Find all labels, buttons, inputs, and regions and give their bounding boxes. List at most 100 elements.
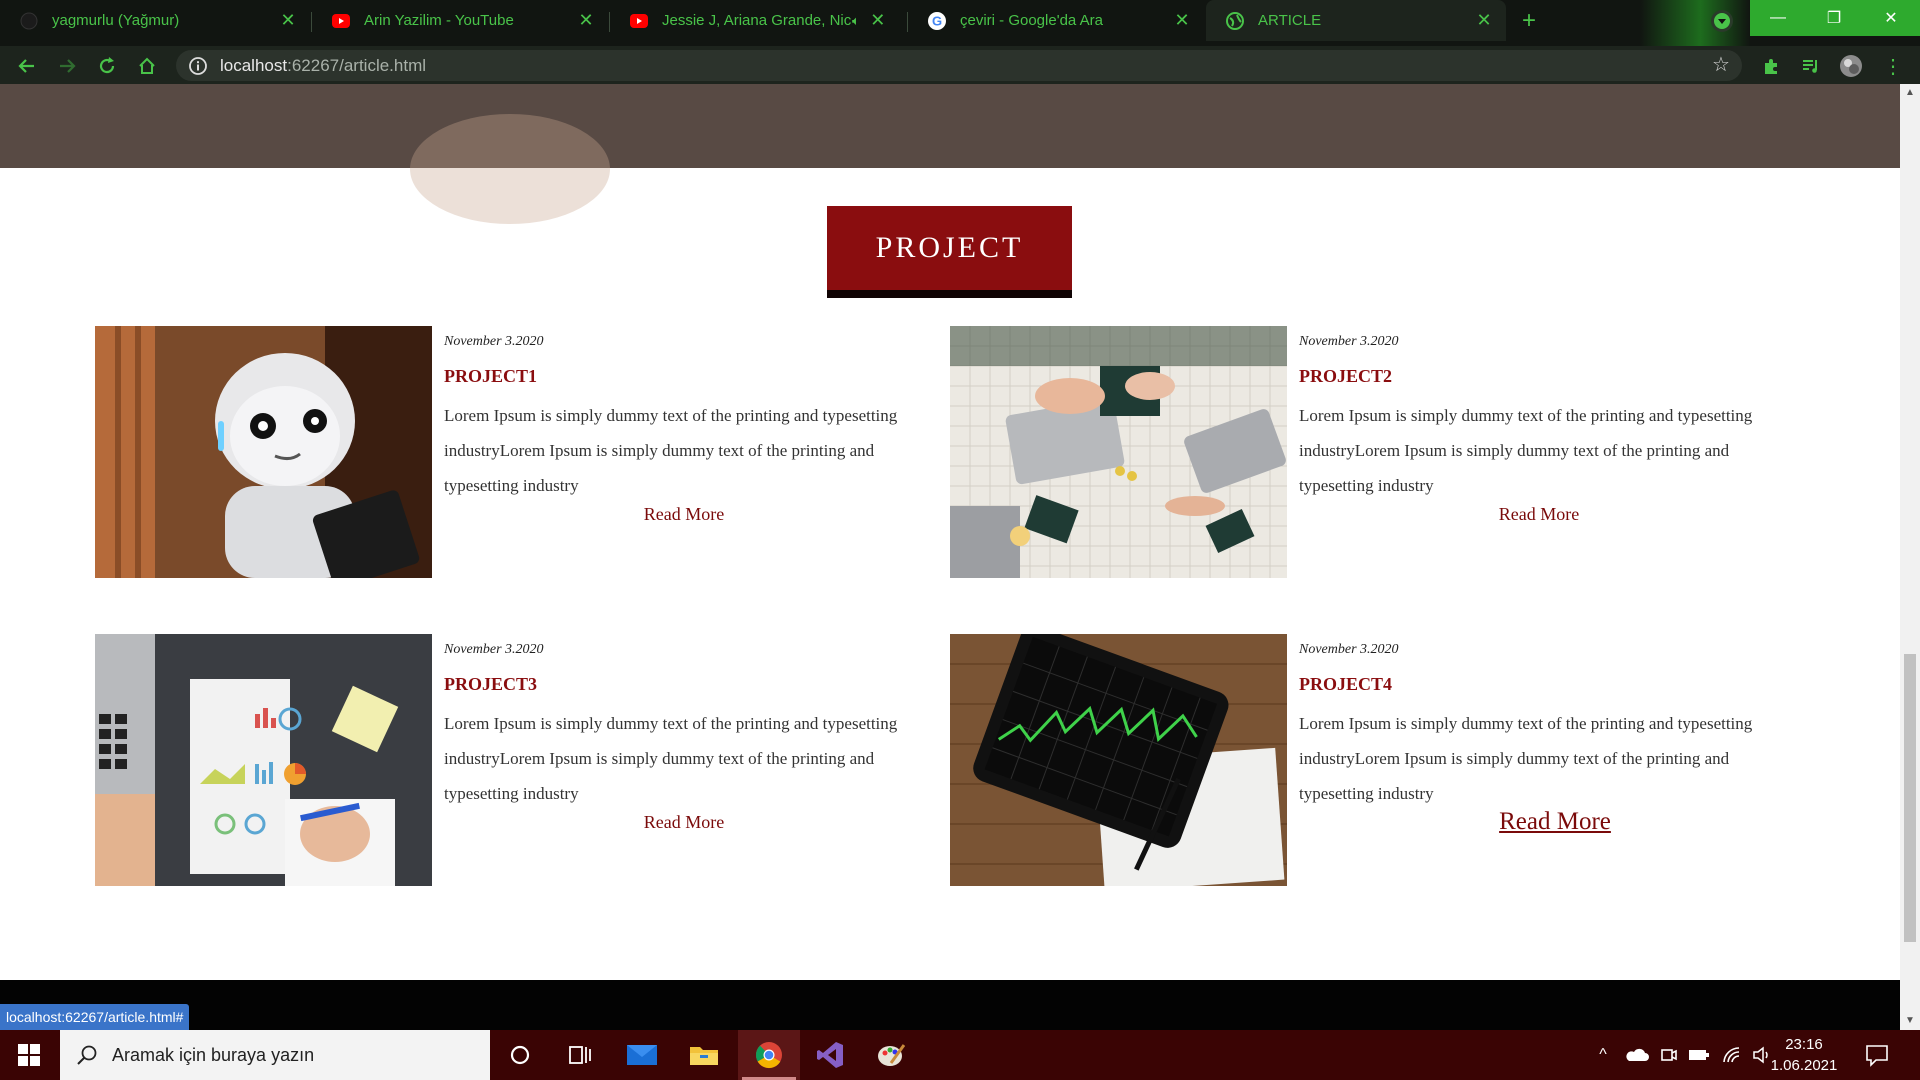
home-button[interactable] (134, 53, 160, 79)
tab-google-search[interactable]: G çeviri - Google'da Ara ✕ (908, 0, 1204, 41)
download-badge-icon[interactable] (1710, 9, 1734, 33)
youtube-icon (332, 12, 350, 30)
hero-banner-bottom (0, 84, 1900, 224)
scrollbar-thumb[interactable] (1904, 654, 1916, 942)
robot-photo (95, 326, 432, 578)
project-description: Lorem Ipsum is simply dummy text of the … (444, 714, 898, 803)
avatar-icon (1840, 55, 1862, 77)
project-title: PROJECT2 (1299, 366, 1393, 386)
file-explorer-icon[interactable] (675, 1030, 733, 1080)
restore-button[interactable]: ❐ (1806, 0, 1862, 36)
start-button[interactable] (0, 1030, 58, 1080)
tab-title: Jessie J, Ariana Grande, Nicki Minaj - B… (662, 12, 852, 29)
browser-toolbar: localhost:62267/article.html ☆ ⋮ (0, 46, 1920, 84)
project-title: PROJECT4 (1299, 674, 1393, 694)
wifi-icon[interactable] (1722, 1046, 1742, 1064)
close-tab-icon[interactable]: ✕ (1472, 10, 1496, 31)
project-date: November 3.2020 (1299, 334, 1399, 349)
page-scrollbar[interactable]: ▲ ▼ (1900, 84, 1920, 1030)
site-info-icon[interactable] (188, 56, 208, 76)
scroll-up-arrow-icon[interactable]: ▲ (1900, 84, 1920, 102)
chevron-up-icon[interactable]: ^ (1592, 1046, 1614, 1064)
read-more-link[interactable]: Read More (1315, 808, 1795, 836)
tab-title: çeviri - Google'da Ara (960, 12, 1103, 29)
paint-icon[interactable] (862, 1030, 920, 1080)
tab-title: ARTICLE (1258, 12, 1322, 29)
new-tab-button[interactable]: + (1514, 8, 1544, 34)
close-tab-icon[interactable]: ✕ (574, 10, 598, 31)
cortana-icon[interactable] (491, 1030, 549, 1080)
project-date: November 3.2020 (444, 334, 544, 349)
project-card: November 3.2020 PROJECT1 Lorem Ipsum is … (95, 326, 935, 578)
charts-report-photo (95, 634, 432, 886)
project-title: PROJECT3 (444, 674, 538, 694)
close-tab-icon[interactable]: ✕ (276, 10, 300, 31)
meet-now-icon[interactable] (1660, 1046, 1678, 1064)
speaker-icon[interactable]: 🔈︎ (852, 13, 860, 29)
project-title: PROJECT1 (444, 366, 538, 386)
section-heading-text: PROJECT (875, 231, 1024, 264)
address-bar[interactable]: localhost:62267/article.html ☆ (176, 50, 1742, 81)
taskbar-search-box[interactable]: Aramak için buraya yazın (60, 1030, 490, 1080)
tab-youtube-arin[interactable]: Arin Yazilim - YouTube ✕ (312, 0, 608, 41)
project-description: Lorem Ipsum is simply dummy text of the … (1299, 406, 1753, 495)
taskbar-clock[interactable]: 23:16 1.06.2021 (1766, 1034, 1842, 1076)
tab-title: Arin Yazilim - YouTube (364, 12, 514, 29)
project-card: November 3.2020 PROJECT3 Lorem Ipsum is … (95, 634, 935, 886)
tab-title: yagmurlu (Yağmur) (52, 12, 180, 29)
windows-logo-icon (18, 1044, 40, 1066)
clock-date: 1.06.2021 (1770, 1057, 1838, 1074)
battery-icon[interactable] (1688, 1048, 1710, 1062)
back-arrow-icon (18, 59, 34, 73)
project-date: November 3.2020 (444, 642, 544, 657)
forward-button[interactable] (54, 53, 80, 79)
close-tab-icon[interactable]: ✕ (866, 10, 890, 31)
project-card: November 3.2020 PROJECT4 Lorem Ipsum is … (950, 634, 1790, 886)
onedrive-cloud-icon[interactable] (1624, 1047, 1650, 1063)
mail-icon[interactable] (613, 1030, 671, 1080)
tab-github[interactable]: yagmurlu (Yağmur) ✕ (0, 0, 310, 41)
profile-avatar[interactable] (1838, 53, 1864, 79)
close-window-button[interactable]: ✕ (1862, 0, 1920, 36)
extensions-button[interactable] (1758, 53, 1784, 79)
chrome-menu-button[interactable]: ⋮ (1880, 53, 1906, 79)
status-bar-url: localhost:62267/article.html# (0, 1004, 190, 1030)
reload-icon (99, 57, 115, 74)
youtube-icon (630, 12, 648, 30)
puzzle-icon (1765, 59, 1777, 74)
scroll-down-arrow-icon[interactable]: ▼ (1900, 1012, 1920, 1030)
meeting-laptops-photo (950, 326, 1287, 578)
search-icon (77, 1045, 97, 1065)
home-icon (139, 57, 155, 74)
close-tab-icon[interactable]: ✕ (1170, 10, 1194, 31)
back-button[interactable] (14, 53, 40, 79)
read-more-link[interactable]: Read More (444, 812, 924, 833)
minimize-button[interactable]: — (1750, 0, 1806, 36)
section-heading: PROJECT (827, 206, 1072, 298)
project-description: Lorem Ipsum is simply dummy text of the … (1299, 714, 1753, 803)
visual-studio-icon[interactable] (801, 1030, 859, 1080)
media-control-button[interactable] (1798, 53, 1824, 79)
hero-photo-fragment (410, 114, 610, 224)
url-path: :62267/article.html (287, 55, 427, 75)
read-more-link[interactable]: Read More (1299, 504, 1779, 525)
bookmark-star-icon[interactable]: ☆ (1710, 54, 1732, 76)
google-icon: G (928, 11, 946, 30)
url-host: localhost (220, 55, 288, 75)
reload-button[interactable] (94, 53, 120, 79)
task-view-icon[interactable] (551, 1030, 609, 1080)
notification-center-icon[interactable] (1864, 1042, 1890, 1068)
svg-text:G: G (932, 13, 942, 28)
tab-youtube-music[interactable]: Jessie J, Ariana Grande, Nicki Minaj - B… (610, 0, 906, 41)
tab-strip: yagmurlu (Yağmur) ✕ Arin Yazilim - YouTu… (0, 0, 1920, 46)
system-tray: ^ (1592, 1030, 1772, 1080)
forward-arrow-icon (60, 59, 76, 73)
search-placeholder: Aramak için buraya yazın (112, 1044, 315, 1065)
windows-taskbar: Aramak için buraya yazın ^ 23:16 1.06.20… (0, 1030, 1920, 1080)
playlist-icon (1803, 60, 1817, 73)
url-text[interactable]: localhost:62267/article.html (220, 56, 426, 76)
tab-article[interactable]: ARTICLE ✕ (1206, 0, 1506, 41)
chrome-icon[interactable] (738, 1030, 800, 1080)
read-more-link[interactable]: Read More (444, 504, 924, 525)
tablet-stock-chart-photo (950, 634, 1287, 886)
